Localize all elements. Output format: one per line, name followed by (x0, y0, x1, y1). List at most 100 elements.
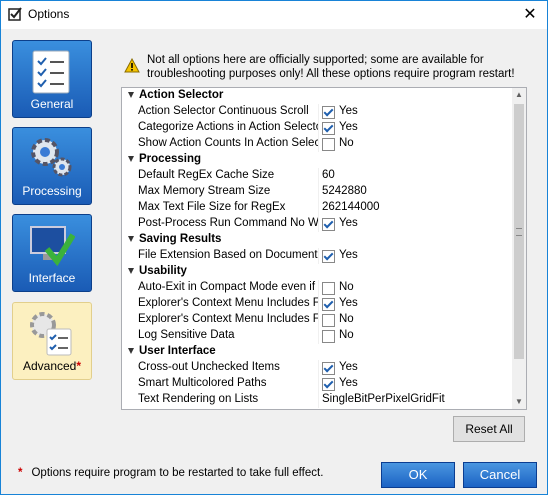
property-row[interactable]: Default RegEx Cache Size 60 (122, 168, 512, 184)
property-value: Yes (339, 121, 358, 133)
property-checkbox[interactable] (322, 250, 335, 263)
property-name: Explorer's Context Menu Includes F (138, 297, 318, 309)
close-icon: ✕ (523, 6, 537, 23)
property-row[interactable]: File Extension Based on Document Yes (122, 248, 512, 264)
property-value[interactable]: 60 (322, 169, 335, 181)
property-row[interactable]: Smart Multicolored Paths Yes (122, 376, 512, 392)
property-checkbox[interactable] (322, 282, 335, 295)
warning-message: Not all options here are officially supp… (122, 54, 522, 82)
property-value: Yes (339, 217, 358, 229)
column-divider[interactable] (318, 280, 319, 296)
property-row[interactable]: Explorer's Context Menu Includes F No (122, 312, 512, 328)
column-divider[interactable] (318, 216, 319, 232)
property-row[interactable]: Show Action Counts In Action Selector No (122, 136, 512, 152)
collapse-icon[interactable] (128, 348, 134, 354)
column-divider[interactable] (318, 296, 319, 312)
property-value: Yes (339, 105, 358, 117)
property-name: Max Text File Size for RegEx (138, 201, 286, 213)
property-value[interactable]: 262144000 (322, 201, 380, 213)
property-row[interactable]: Auto-Exit in Compact Mode even if No (122, 280, 512, 296)
column-divider[interactable] (318, 392, 319, 408)
column-divider[interactable] (318, 312, 319, 328)
property-name: Action Selector Continuous Scroll (138, 105, 309, 117)
category-label: Action Selector (139, 89, 224, 101)
property-row[interactable]: Categorize Actions in Action Selector Yes (122, 120, 512, 136)
column-divider[interactable] (318, 104, 319, 120)
property-checkbox[interactable] (322, 298, 335, 311)
gears-checklist-icon (30, 312, 72, 356)
property-name: Text Rendering on Lists (138, 393, 259, 405)
property-checkbox[interactable] (322, 362, 335, 375)
property-row[interactable]: Cross-out Unchecked Items Yes (122, 360, 512, 376)
ok-button[interactable]: OK (381, 462, 455, 488)
property-value: Yes (339, 297, 358, 309)
category-label: Saving Results (139, 233, 222, 245)
property-value: Yes (339, 377, 358, 389)
property-row[interactable]: Action Selector Continuous Scroll Yes (122, 104, 512, 120)
column-divider[interactable] (318, 328, 319, 344)
scroll-thumb[interactable] (514, 104, 524, 359)
collapse-icon[interactable] (128, 268, 134, 274)
nav-interface[interactable]: Interface (12, 214, 92, 292)
nav-general[interactable]: General (12, 40, 92, 118)
property-row[interactable]: Post-Process Run Command No Window Yes (122, 216, 512, 232)
collapse-icon[interactable] (128, 156, 134, 162)
monitor-check-icon (30, 226, 75, 267)
nav-processing-label: Processing (22, 184, 82, 198)
property-checkbox[interactable] (322, 138, 335, 151)
column-divider[interactable] (318, 200, 319, 216)
property-checkbox[interactable] (322, 122, 335, 135)
warning-icon (124, 58, 140, 73)
column-divider[interactable] (318, 168, 319, 184)
property-name: File Extension Based on Document (138, 249, 318, 261)
column-divider[interactable] (318, 360, 319, 376)
close-button[interactable]: ✕ (513, 1, 547, 29)
column-divider[interactable] (318, 184, 319, 200)
nav-general-label: General (30, 97, 74, 111)
property-row[interactable]: Explorer's Context Menu Includes F Yes (122, 296, 512, 312)
property-name: Default RegEx Cache Size (138, 169, 275, 181)
checklist-icon (32, 50, 70, 94)
property-checkbox[interactable] (322, 330, 335, 343)
property-value: Yes (339, 249, 358, 261)
category-header[interactable]: Usability (122, 264, 512, 280)
property-name: Post-Process Run Command No Window (138, 217, 318, 229)
cancel-button[interactable]: Cancel (463, 462, 537, 488)
warning-text: Not all options here are officially supp… (147, 54, 515, 80)
property-checkbox[interactable] (322, 314, 335, 327)
collapse-icon[interactable] (128, 92, 134, 98)
category-header[interactable]: Action Selector (122, 88, 512, 104)
property-row[interactable]: Max Memory Stream Size 5242880 (122, 184, 512, 200)
property-row[interactable]: Max Text File Size for RegEx 262144000 (122, 200, 512, 216)
property-name: Cross-out Unchecked Items (138, 361, 280, 373)
checkbox-app-icon (8, 7, 22, 21)
column-divider[interactable] (318, 248, 319, 264)
scroll-down-button[interactable]: ▼ (512, 395, 526, 409)
property-name: Explorer's Context Menu Includes F (138, 313, 318, 325)
property-checkbox[interactable] (322, 106, 335, 119)
category-header[interactable]: User Interface (122, 344, 512, 360)
property-value: No (339, 137, 354, 149)
collapse-icon[interactable] (128, 236, 134, 242)
column-divider[interactable] (318, 376, 319, 392)
category-header[interactable]: Saving Results (122, 232, 512, 248)
property-name: Max Memory Stream Size (138, 185, 271, 197)
nav-advanced[interactable]: Advanced* (12, 302, 92, 380)
property-checkbox[interactable] (322, 378, 335, 391)
property-grid[interactable]: Action Selector Action Selector Continuou… (121, 87, 527, 410)
category-label: User Interface (139, 345, 216, 357)
scroll-up-button[interactable]: ▲ (512, 88, 526, 102)
property-value[interactable]: SingleBitPerPixelGridFit (322, 393, 445, 405)
column-divider[interactable] (318, 120, 319, 136)
property-checkbox[interactable] (322, 218, 335, 231)
category-header[interactable]: Processing (122, 152, 512, 168)
property-row[interactable]: Log Sensitive Data No (122, 328, 512, 344)
nav-interface-label: Interface (28, 271, 76, 285)
property-value[interactable]: 5242880 (322, 185, 367, 197)
reset-all-button[interactable]: Reset All (453, 416, 525, 442)
column-divider[interactable] (318, 136, 319, 152)
title-bar[interactable]: Options ✕ (1, 1, 547, 29)
property-row[interactable]: Text Rendering on Lists SingleBitPerPixel… (122, 392, 512, 408)
nav-processing[interactable]: Processing (12, 127, 92, 205)
grid-scrollbar[interactable]: ▲ ▼ (512, 88, 526, 409)
